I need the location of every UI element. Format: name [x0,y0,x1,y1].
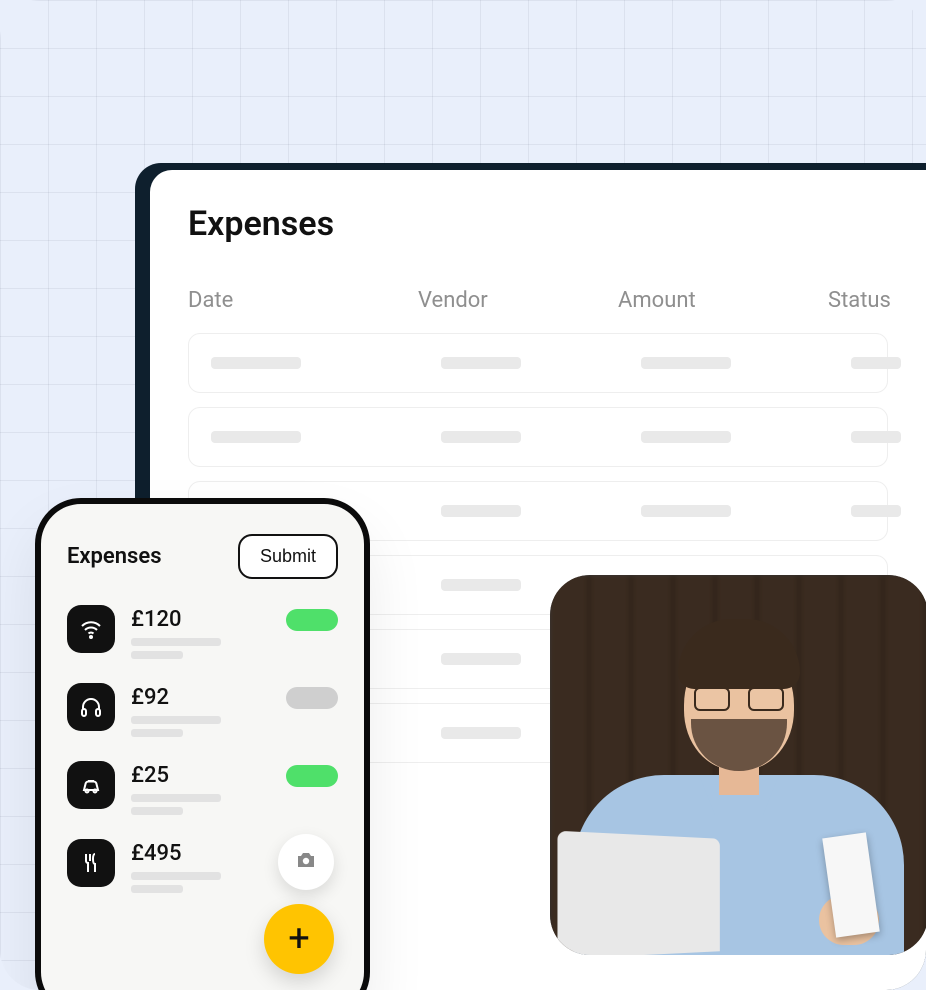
skeleton [851,357,901,369]
skeleton [211,357,301,369]
col-date: Date [188,288,418,313]
skeleton [131,794,221,802]
promo-card: Expenses Date Vendor Amount Status [0,0,926,990]
plus-icon: + [288,917,310,961]
status-badge [286,609,338,631]
phone-mock: Expenses Submit £120 £92 [35,498,370,990]
food-icon [67,839,115,887]
skeleton [851,505,901,517]
skeleton [131,716,221,724]
list-item[interactable]: £120 [67,605,338,659]
skeleton [441,579,521,591]
skeleton [641,505,731,517]
camera-button[interactable] [278,834,334,890]
col-vendor: Vendor [418,288,618,313]
status-badge [286,765,338,787]
status-badge [286,687,338,709]
hero-photo [550,575,926,955]
skeleton [441,357,521,369]
skeleton [131,885,183,893]
skeleton [441,505,521,517]
camera-icon [294,848,318,876]
skeleton [641,357,731,369]
wifi-icon [67,605,115,653]
skeleton [441,727,521,739]
table-row[interactable] [188,407,888,467]
skeleton [641,431,731,443]
headphones-icon [67,683,115,731]
add-expense-button[interactable]: + [264,904,334,974]
car-icon [67,761,115,809]
skeleton [851,431,901,443]
skeleton [131,651,183,659]
submit-button[interactable]: Submit [238,534,338,579]
col-status: Status [828,288,891,313]
skeleton [441,653,521,665]
expense-amount: £92 [131,685,270,710]
list-item[interactable]: £92 [67,683,338,737]
skeleton [131,638,221,646]
skeleton [131,729,183,737]
skeleton [131,872,221,880]
phone-title: Expenses [67,544,162,569]
list-item[interactable]: £25 [67,761,338,815]
skeleton [131,807,183,815]
expense-amount: £120 [131,607,270,632]
skeleton [441,431,521,443]
skeleton [211,431,301,443]
expense-amount: £25 [131,763,270,788]
table-row[interactable] [188,333,888,393]
col-amount: Amount [618,288,828,313]
page-title: Expenses [188,204,888,244]
table-header: Date Vendor Amount Status [188,288,888,327]
